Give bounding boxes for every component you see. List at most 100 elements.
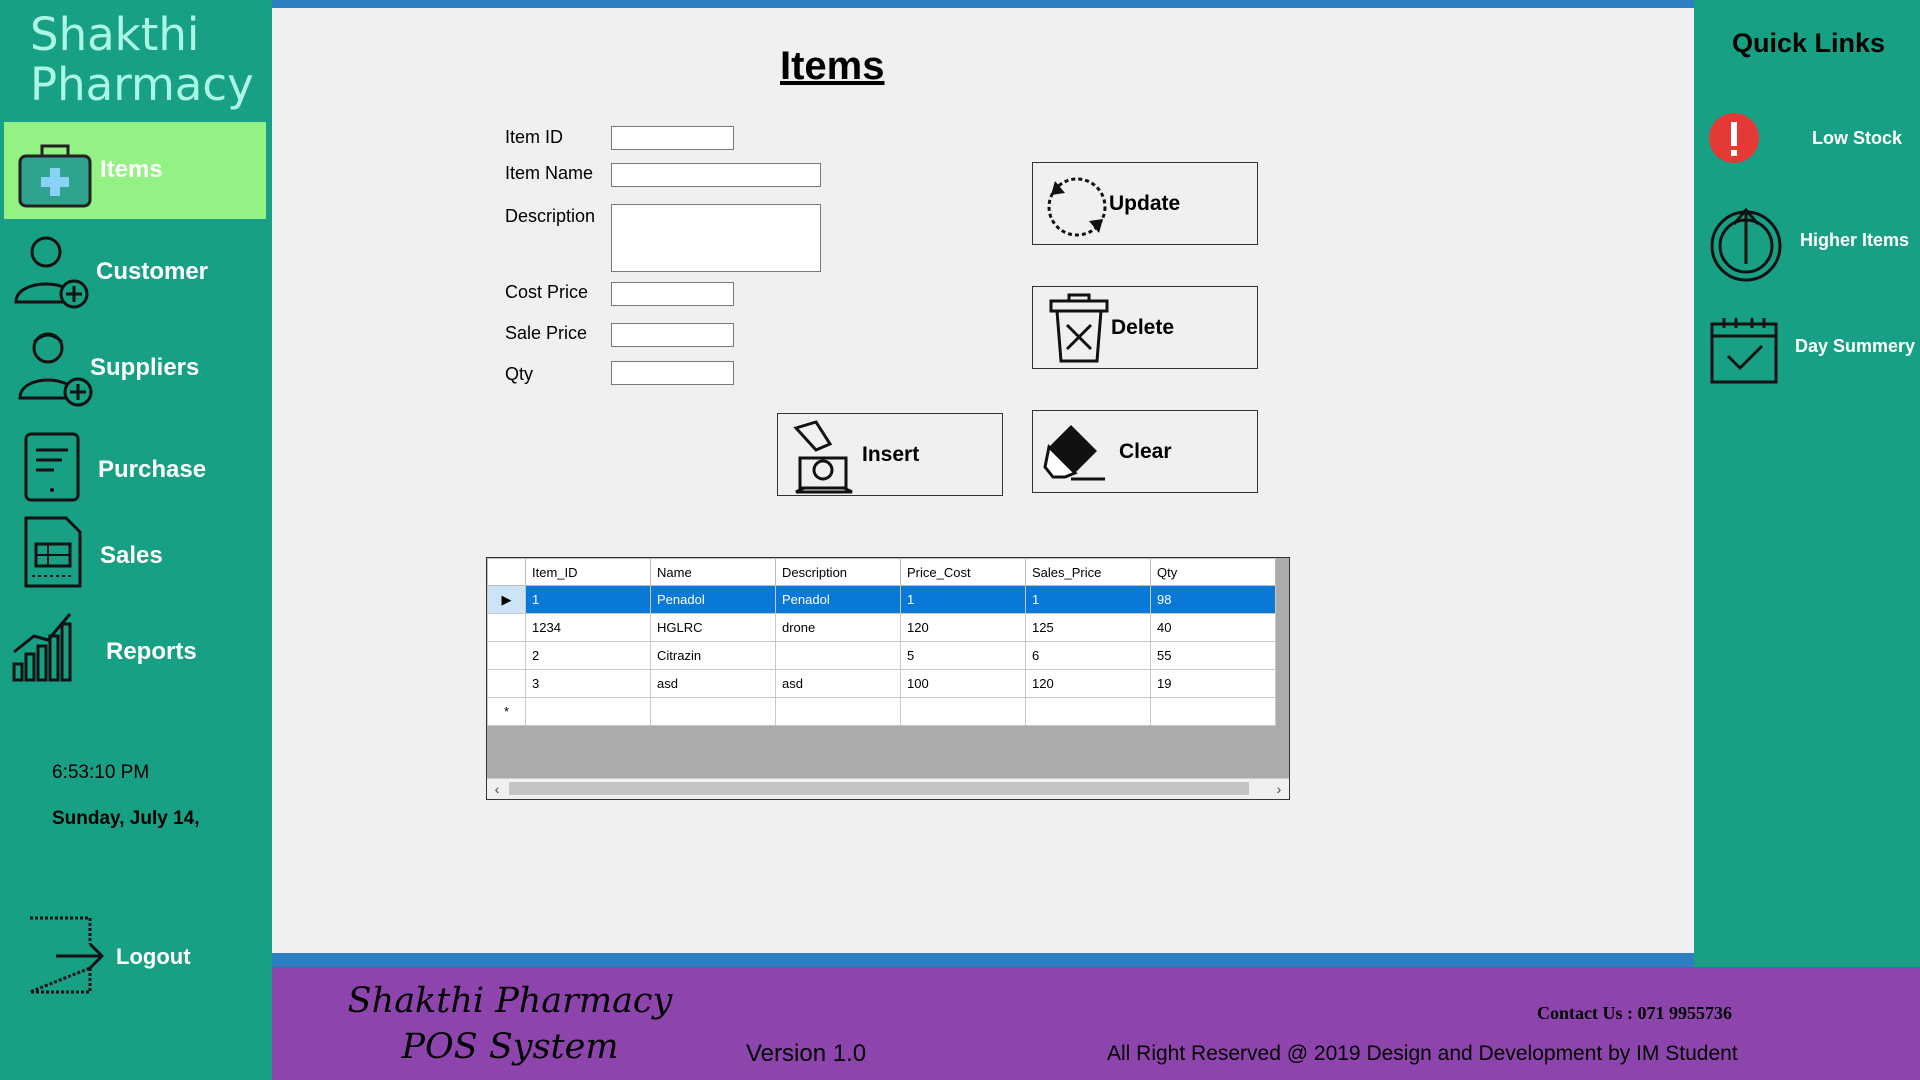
item-name-label: Item Name — [505, 163, 594, 183]
brand-logo-text: Shakthi Pharmacy — [30, 10, 254, 110]
table-cell[interactable] — [775, 697, 901, 726]
item-name-input[interactable] — [611, 163, 821, 187]
table-cell[interactable]: 55 — [1150, 641, 1276, 670]
column-header-qty[interactable]: Qty — [1150, 558, 1276, 586]
quick-link-low-stock[interactable]: Low Stock — [1706, 112, 1920, 192]
insert-item-icon — [786, 420, 856, 494]
table-new-row[interactable]: * — [487, 697, 1276, 726]
sidebar-item-label: Suppliers — [90, 354, 200, 381]
footer-title: Shakthi Pharmacy POS System — [325, 978, 695, 1070]
table-cell[interactable]: 2 — [525, 641, 651, 670]
top-accent-bar — [272, 0, 1694, 8]
table-row[interactable]: ▶ 1 Penadol Penadol 1 1 98 — [487, 585, 1276, 614]
quick-link-higher-items[interactable]: Higher Items — [1706, 204, 1920, 284]
table-cell[interactable]: asd — [775, 669, 901, 698]
table-cell[interactable]: 120 — [900, 613, 1026, 642]
clear-button[interactable]: Clear — [1032, 410, 1258, 493]
table-cell[interactable]: 1234 — [525, 613, 651, 642]
sidebar-item-items[interactable]: Items — [4, 122, 266, 219]
column-header-name[interactable]: Name — [650, 558, 776, 586]
new-row-marker: * — [487, 697, 526, 726]
sidebar-item-label: Customer — [96, 258, 209, 285]
footer-title-line-1: Shakthi Pharmacy — [347, 981, 673, 1021]
table-cell[interactable] — [775, 641, 901, 670]
logout-button[interactable]: Logout — [26, 916, 246, 996]
row-header-corner — [487, 558, 526, 586]
logout-label: Logout — [116, 944, 191, 969]
item-id-input[interactable] — [611, 126, 734, 150]
eraser-icon — [1041, 421, 1111, 491]
cost-price-label: Cost Price — [505, 282, 589, 302]
sidebar-item-customer[interactable]: Customer — [4, 224, 266, 321]
sale-price-input[interactable] — [611, 323, 734, 347]
table-cell[interactable]: 19 — [1150, 669, 1276, 698]
quick-link-label: Day Summery — [1795, 336, 1916, 356]
version-text: Version 1.0 — [746, 1040, 867, 1067]
qty-label: Qty — [505, 364, 534, 384]
scroll-left-icon[interactable]: ‹ — [487, 779, 507, 799]
table-cell[interactable]: 120 — [1025, 669, 1151, 698]
delete-button[interactable]: Delete — [1032, 286, 1258, 369]
table-cell[interactable]: HGLRC — [650, 613, 776, 642]
scrollbar-thumb[interactable] — [509, 782, 1249, 795]
table-cell[interactable]: 3 — [525, 669, 651, 698]
items-data-grid[interactable]: Item_ID Name Description Price_Cost Sale… — [486, 557, 1290, 800]
copyright-text: All Right Reserved @ 2019 Design and Dev… — [1107, 1042, 1738, 1065]
table-row[interactable]: 3 asd asd 100 120 19 — [487, 669, 1276, 698]
description-label: Description — [505, 206, 596, 226]
horizontal-scrollbar[interactable]: ‹ › — [487, 778, 1289, 799]
clear-label: Clear — [1119, 440, 1172, 463]
row-header — [487, 641, 526, 670]
description-input[interactable] — [611, 204, 821, 272]
table-row[interactable]: 2 Citrazin 5 6 55 — [487, 641, 1276, 670]
table-cell[interactable] — [525, 697, 651, 726]
table-cell[interactable]: 1 — [525, 585, 651, 614]
brand-line-2: Pharmacy — [30, 58, 254, 111]
table-cell[interactable]: 40 — [1150, 613, 1276, 642]
column-header-price-cost[interactable]: Price_Cost — [900, 558, 1026, 586]
table-cell[interactable]: 6 — [1025, 641, 1151, 670]
items-table: Item_ID Name Description Price_Cost Sale… — [487, 558, 1276, 726]
table-cell[interactable]: asd — [650, 669, 776, 698]
table-cell[interactable]: 125 — [1025, 613, 1151, 642]
update-label: Update — [1109, 192, 1181, 215]
column-header-sales-price[interactable]: Sales_Price — [1025, 558, 1151, 586]
sidebar-item-purchase[interactable]: Purchase — [4, 422, 266, 519]
table-cell[interactable] — [1150, 697, 1276, 726]
table-cell[interactable]: Penadol — [775, 585, 901, 614]
table-cell[interactable] — [900, 697, 1026, 726]
update-button[interactable]: Update — [1032, 162, 1258, 245]
column-header-item-id[interactable]: Item_ID — [525, 558, 651, 586]
alert-icon — [1708, 112, 1768, 192]
invoice-icon — [18, 514, 98, 594]
table-cell[interactable]: drone — [775, 613, 901, 642]
table-cell[interactable]: Citrazin — [650, 641, 776, 670]
table-cell[interactable] — [1025, 697, 1151, 726]
logout-icon — [29, 916, 105, 994]
table-cell[interactable] — [650, 697, 776, 726]
quick-link-day-summery[interactable]: Day Summery — [1706, 314, 1920, 394]
sidebar-item-suppliers[interactable]: Suppliers — [4, 320, 266, 417]
sidebar-item-reports[interactable]: Reports — [4, 604, 266, 701]
scroll-right-icon[interactable]: › — [1269, 779, 1289, 799]
insert-button[interactable]: Insert — [777, 413, 1003, 496]
qty-input[interactable] — [611, 361, 734, 385]
row-header — [487, 613, 526, 642]
table-cell[interactable]: 100 — [900, 669, 1026, 698]
insert-label: Insert — [862, 443, 920, 466]
table-cell[interactable]: 5 — [900, 641, 1026, 670]
table-cell[interactable]: Penadol — [650, 585, 776, 614]
table-cell[interactable]: 98 — [1150, 585, 1276, 614]
sidebar-item-sales[interactable]: Sales — [4, 508, 266, 605]
table-header-row: Item_ID Name Description Price_Cost Sale… — [487, 558, 1276, 586]
table-cell[interactable]: 1 — [900, 585, 1026, 614]
supplier-add-icon — [12, 324, 93, 407]
sale-price-label: Sale Price — [505, 323, 588, 343]
clock-time: 6:53:10 PM — [52, 762, 150, 783]
cost-price-input[interactable] — [611, 282, 734, 306]
table-cell[interactable]: 1 — [1025, 585, 1151, 614]
bottom-accent-bar — [272, 953, 1694, 967]
column-header-description[interactable]: Description — [775, 558, 901, 586]
table-row[interactable]: 1234 HGLRC drone 120 125 40 — [487, 613, 1276, 642]
refresh-icon — [1041, 171, 1111, 241]
